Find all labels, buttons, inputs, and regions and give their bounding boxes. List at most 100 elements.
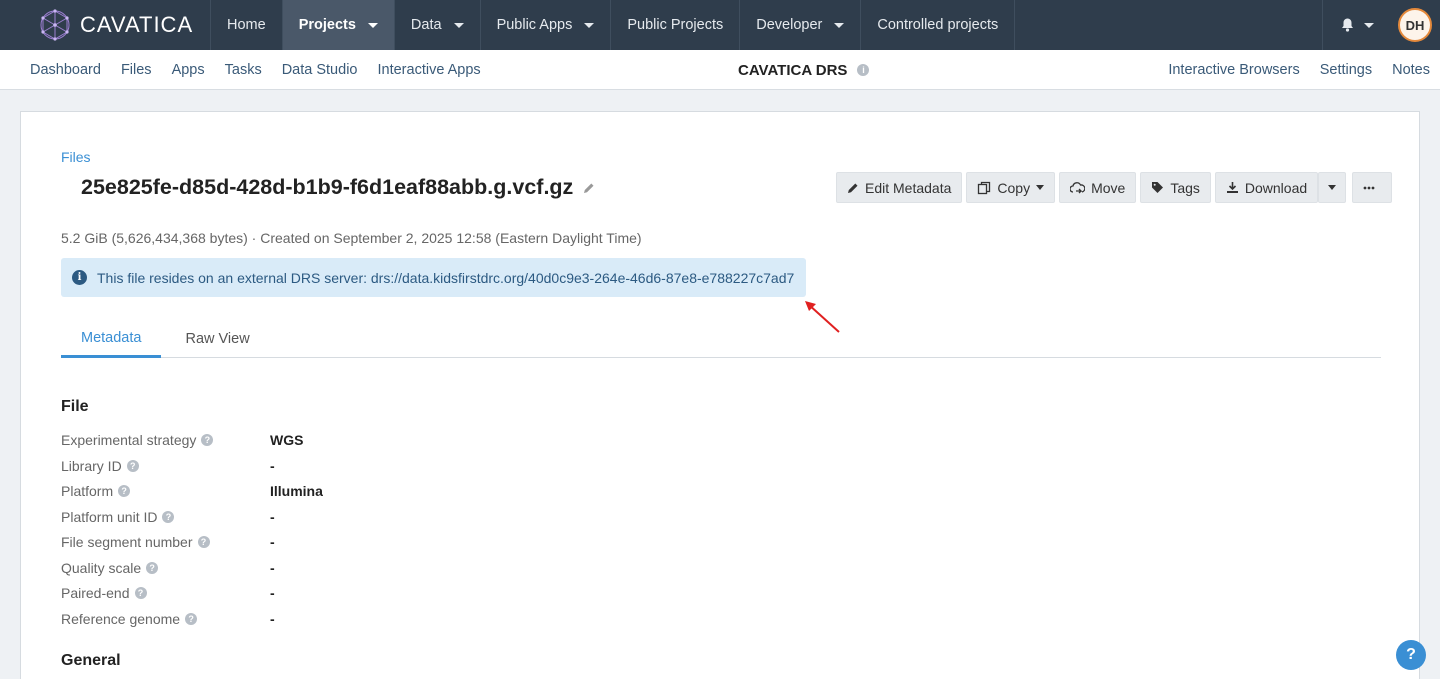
- nav-public-projects-label: Public Projects: [627, 17, 724, 33]
- nav-public-apps-label: Public Apps: [496, 17, 573, 33]
- metadata-label: Paired-end: [61, 585, 130, 601]
- metadata-row: Paired-end? -: [61, 583, 275, 603]
- metadata-value: -: [270, 509, 275, 525]
- subnav-data-studio[interactable]: Data Studio: [282, 62, 358, 78]
- metadata-label: Platform: [61, 483, 114, 499]
- subnav-tasks[interactable]: Tasks: [225, 62, 262, 78]
- nav-public-apps[interactable]: Public Apps: [479, 0, 611, 50]
- metadata-value: Illumina: [270, 483, 323, 499]
- more-actions-button[interactable]: [1352, 172, 1393, 203]
- nav-public-projects[interactable]: Public Projects: [610, 0, 739, 50]
- nav-developer-label: Developer: [756, 17, 823, 33]
- copy-button[interactable]: Copy: [966, 172, 1056, 203]
- file-details-card: Files 25e825fe-d85d-428d-b1b9-f6d1eaf88a…: [20, 111, 1420, 679]
- pencil-icon: [848, 183, 858, 193]
- chevron-down-icon: [1328, 185, 1337, 190]
- edit-metadata-label: Edit Metadata: [865, 179, 952, 196]
- notifications-button[interactable]: [1322, 0, 1392, 50]
- tags-label: Tags: [1170, 179, 1200, 196]
- nav-home[interactable]: Home: [210, 0, 282, 50]
- metadata-value: -: [270, 611, 275, 627]
- subnav-interactive-apps[interactable]: Interactive Apps: [377, 62, 480, 78]
- question-icon[interactable]: ?: [185, 613, 198, 625]
- ellipsis-icon: [1363, 186, 1375, 189]
- move-button[interactable]: Move: [1059, 172, 1137, 203]
- file-name: 25e825fe-d85d-428d-b1b9-f6d1eaf88abb.g.v…: [81, 175, 574, 199]
- move-icon: [1070, 181, 1086, 193]
- metadata-row: Platform unit ID? -: [61, 507, 275, 527]
- metadata-label: Reference genome: [61, 611, 181, 627]
- breadcrumb-files[interactable]: Files: [61, 149, 91, 165]
- subnav-dashboard[interactable]: Dashboard: [30, 62, 101, 78]
- info-circle-icon: i: [72, 270, 87, 285]
- chevron-down-icon: [1036, 185, 1045, 190]
- metadata-row: File segment number? -: [61, 532, 275, 552]
- subnav-notes[interactable]: Notes: [1392, 62, 1430, 78]
- brand-name: CAVATICA: [80, 12, 194, 37]
- cavatica-logo-icon: [40, 9, 70, 41]
- project-title-text: CAVATICA DRS: [738, 61, 848, 79]
- metadata-label: File segment number: [61, 534, 193, 550]
- help-button[interactable]: ?: [1396, 640, 1426, 670]
- subnav-apps[interactable]: Apps: [172, 62, 205, 78]
- info-icon[interactable]: i: [857, 64, 870, 76]
- question-icon[interactable]: ?: [134, 587, 147, 599]
- file-size-created: 5.2 GiB (5,626,434,368 bytes) · Created …: [61, 230, 642, 246]
- nav-data-label: Data: [410, 17, 442, 33]
- chevron-down-icon: [453, 22, 464, 28]
- chevron-down-icon: [834, 22, 845, 28]
- question-icon[interactable]: ?: [118, 485, 131, 497]
- download-button[interactable]: Download: [1214, 172, 1319, 203]
- tab-metadata-label: Metadata: [81, 329, 142, 346]
- chevron-down-icon: [367, 22, 378, 28]
- metadata-label: Quality scale: [61, 560, 142, 576]
- user-avatar[interactable]: DH: [1398, 8, 1432, 42]
- download-options-button[interactable]: [1318, 172, 1347, 203]
- question-icon[interactable]: ?: [201, 434, 214, 446]
- general-section-title: General: [61, 652, 121, 669]
- copy-icon: [978, 181, 991, 194]
- metadata-label: Experimental strategy: [61, 432, 197, 448]
- tab-raw-view-label: Raw View: [185, 331, 250, 347]
- metadata-row: Reference genome? -: [61, 609, 275, 629]
- top-navbar: CAVATICA Home Projects Data Public Apps …: [0, 0, 1440, 50]
- nav-controlled-projects-label: Controlled projects: [877, 17, 999, 33]
- metadata-row: Platform? Illumina: [61, 481, 323, 501]
- download-icon: [1226, 182, 1238, 193]
- pencil-icon[interactable]: [583, 182, 595, 194]
- tags-button[interactable]: Tags: [1140, 172, 1211, 203]
- metadata-label: Library ID: [61, 458, 122, 474]
- metadata-value: -: [270, 560, 275, 576]
- question-icon[interactable]: ?: [126, 460, 139, 472]
- edit-metadata-button[interactable]: Edit Metadata: [836, 172, 963, 203]
- copy-label: Copy: [997, 179, 1031, 196]
- metadata-value: WGS: [270, 432, 304, 448]
- download-label: Download: [1244, 179, 1308, 196]
- nav-projects[interactable]: Projects: [281, 0, 394, 50]
- nav-developer[interactable]: Developer: [739, 0, 860, 50]
- tab-raw-view[interactable]: Raw View: [161, 320, 269, 358]
- question-icon[interactable]: ?: [162, 511, 175, 523]
- metadata-row: Quality scale? -: [61, 558, 275, 578]
- cavatica-logo[interactable]: CAVATICA: [0, 0, 210, 50]
- metadata-value: -: [270, 534, 275, 550]
- question-icon[interactable]: ?: [146, 562, 159, 574]
- drs-info-alert: i This file resides on an external DRS s…: [61, 258, 806, 297]
- question-icon[interactable]: ?: [197, 536, 210, 548]
- subnav-settings[interactable]: Settings: [1320, 62, 1372, 78]
- nav-controlled-projects[interactable]: Controlled projects: [860, 0, 1016, 50]
- move-label: Move: [1091, 179, 1126, 196]
- metadata-label: Platform unit ID: [61, 509, 158, 525]
- project-subnav: Dashboard Files Apps Tasks Data Studio I…: [0, 50, 1440, 90]
- file-section-title: File: [61, 398, 89, 415]
- nav-home-label: Home: [227, 17, 266, 33]
- tab-metadata[interactable]: Metadata: [61, 320, 162, 358]
- file-actions: Edit Metadata Copy Move Tags Download: [836, 172, 1396, 203]
- subnav-files[interactable]: Files: [121, 62, 152, 78]
- subnav-interactive-browsers[interactable]: Interactive Browsers: [1168, 62, 1299, 78]
- bell-icon: [1342, 18, 1353, 32]
- nav-data[interactable]: Data: [393, 0, 480, 50]
- file-tabs: Metadata Raw View: [61, 320, 1381, 358]
- metadata-row: Library ID? -: [61, 456, 275, 476]
- chevron-down-icon: [584, 22, 595, 28]
